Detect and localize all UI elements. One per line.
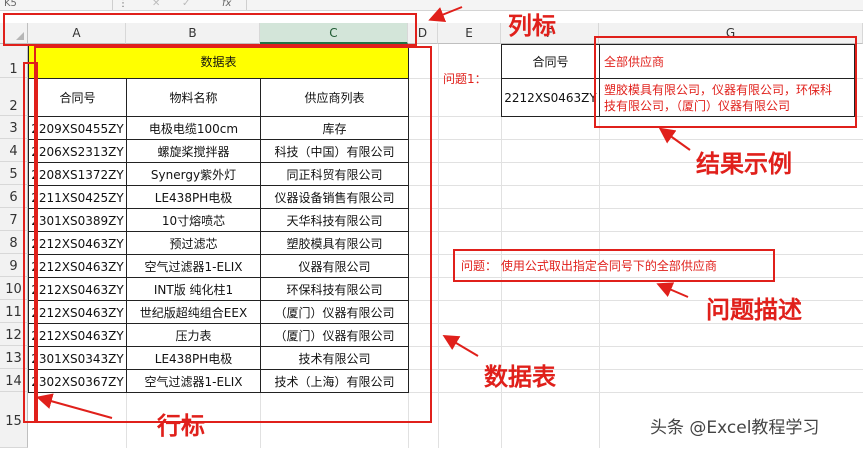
arrow-result <box>658 127 691 151</box>
annotation-arrows <box>36 6 691 419</box>
arrow-data-table <box>442 334 479 357</box>
watermark: 头条 @Excel教程学习 <box>650 418 820 438</box>
arrow-column-label <box>428 6 463 22</box>
arrow-row-label <box>36 393 113 419</box>
arrow-problem-desc <box>656 282 689 298</box>
